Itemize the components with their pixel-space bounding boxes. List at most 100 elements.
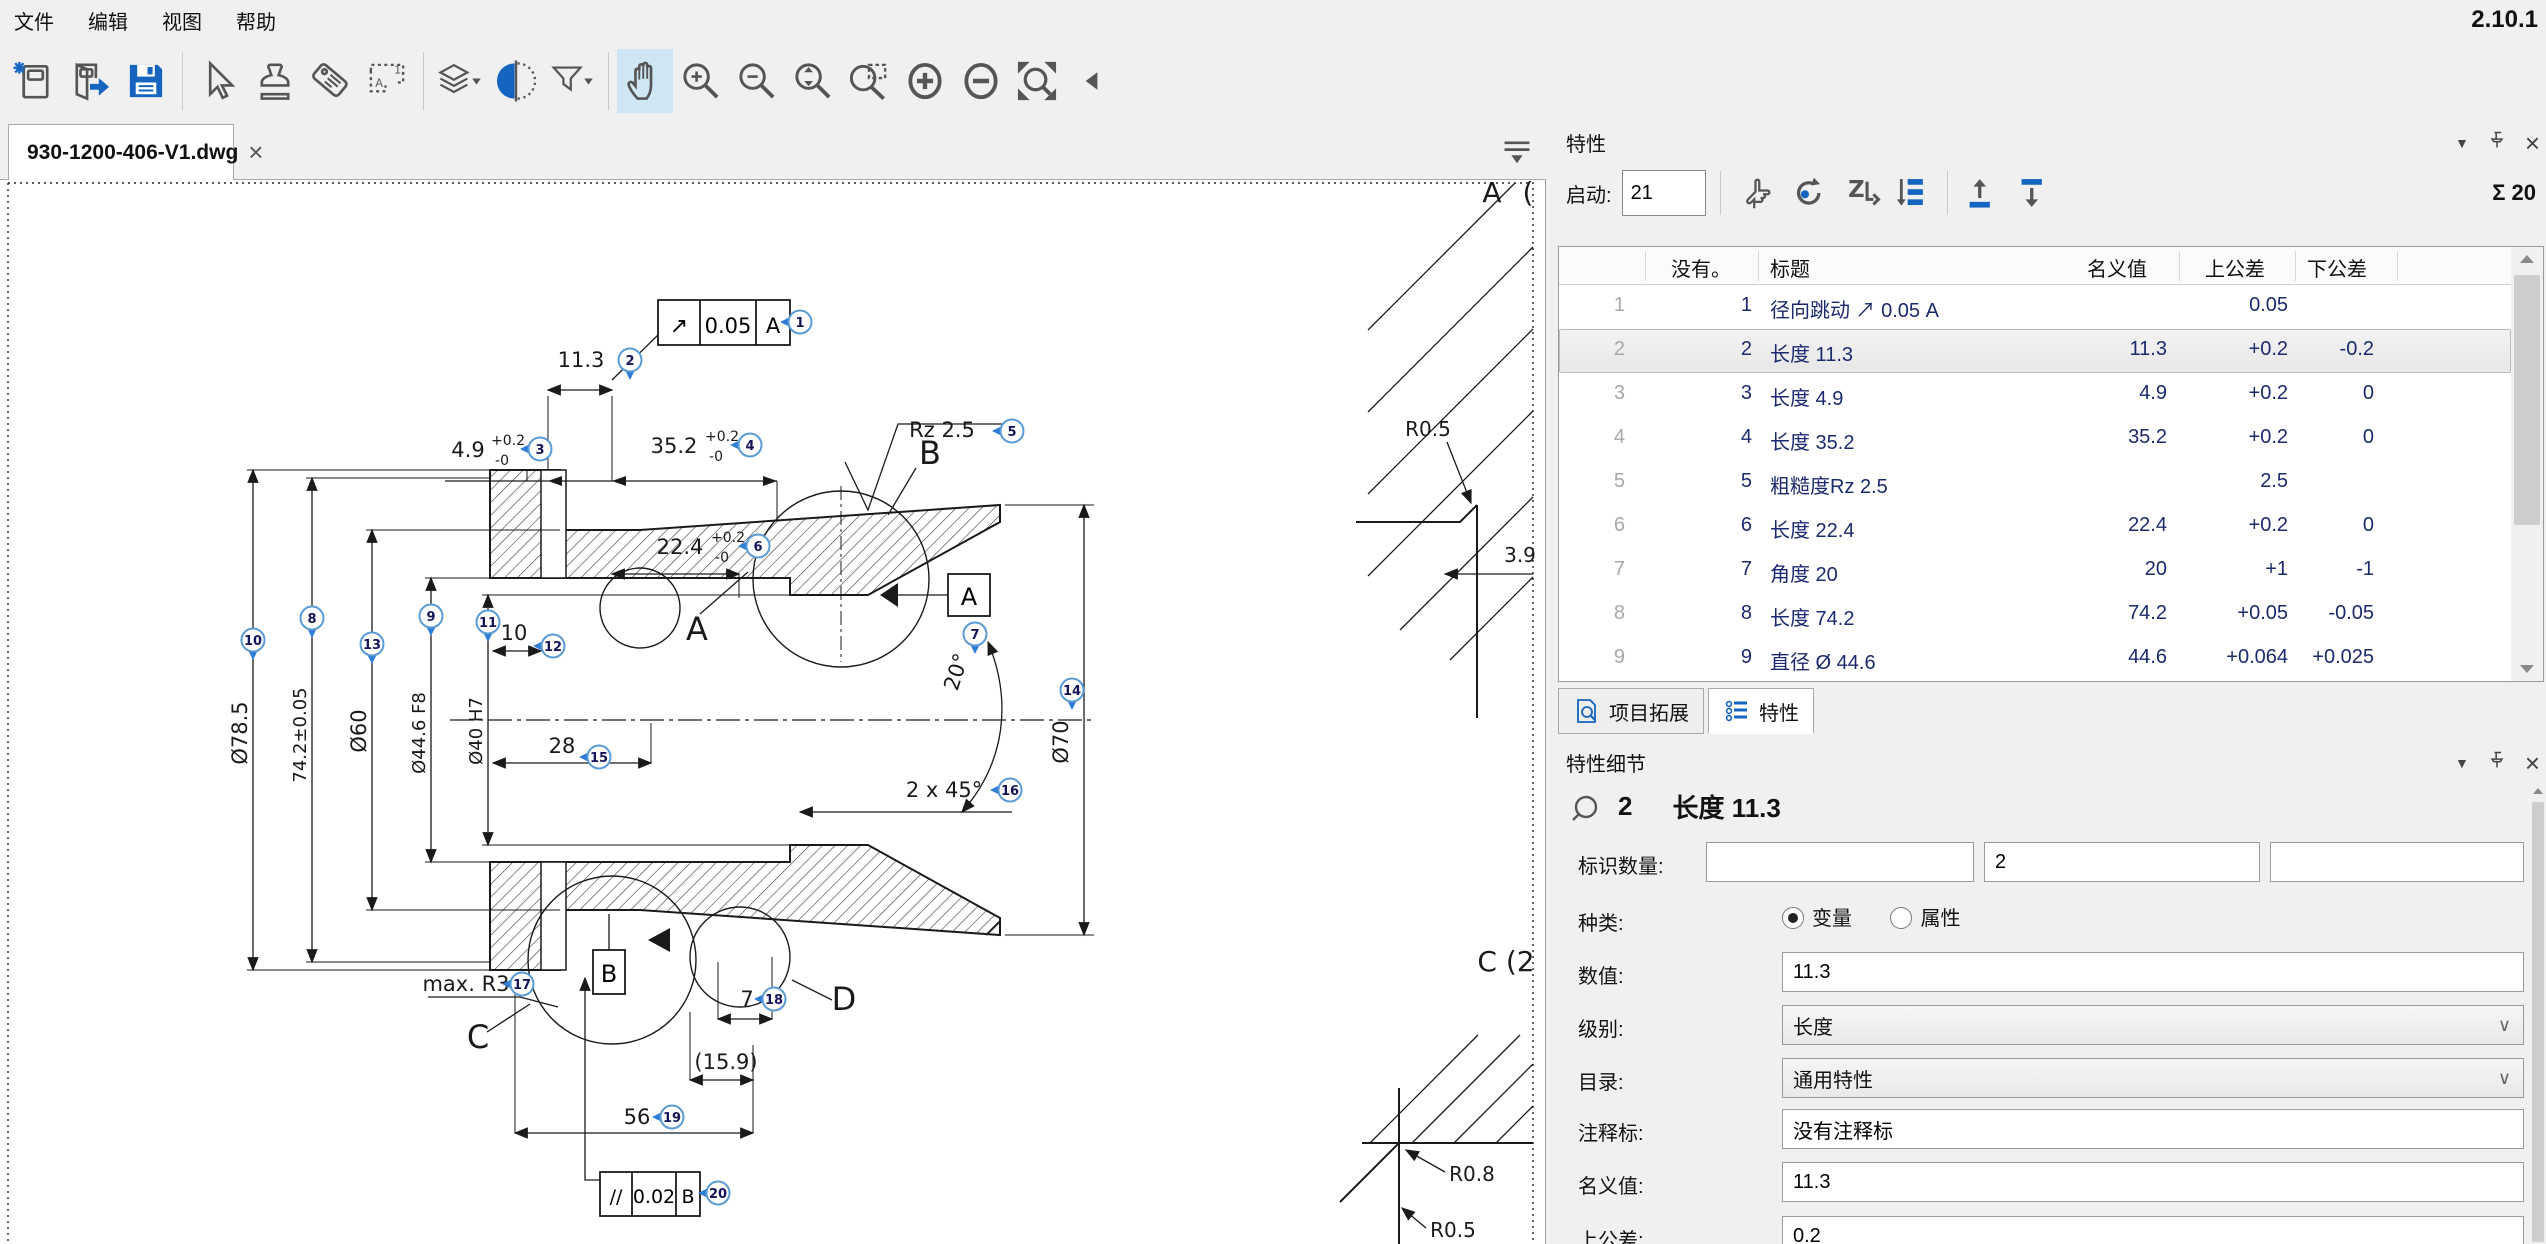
svg-text:6: 6	[753, 540, 762, 555]
svg-text:5: 5	[1007, 425, 1016, 440]
zoom-out-icon[interactable]	[729, 49, 785, 113]
table-scrollbar[interactable]	[2511, 247, 2543, 681]
filter-icon[interactable]	[544, 49, 600, 113]
document-tab[interactable]: 930-1200-406-V1.dwg ×	[8, 124, 234, 180]
new-document-icon[interactable]	[6, 49, 62, 113]
panel-pin-icon[interactable]	[2487, 129, 2507, 157]
col-header-number[interactable]: 没有。	[1671, 253, 1731, 282]
table-body: 11径向跳动 ↗ 0.05 A0.0522长度 11.311.3+0.2-0.2…	[1559, 285, 2511, 681]
table-row[interactable]: 99直径 Ø 44.644.6+0.064+0.025	[1559, 637, 2511, 681]
dim-text: (15.9)	[694, 1050, 757, 1074]
save-icon[interactable]	[118, 49, 174, 113]
balloon-13[interactable]: 13	[361, 633, 384, 665]
fcf-parallelism[interactable]: // 0.02 B	[600, 1172, 700, 1216]
renumber-rotate-icon[interactable]	[1787, 170, 1833, 216]
table-row[interactable]: 11径向跳动 ↗ 0.05 A0.05	[1559, 285, 2511, 329]
list-number-icon[interactable]	[1891, 170, 1937, 216]
cell-nom: 44.6	[2037, 646, 2167, 669]
tab-project-explore[interactable]: 项目拓展	[1558, 688, 1704, 734]
table-row[interactable]: 33长度 4.94.9+0.20	[1559, 373, 2511, 417]
balloon-10[interactable]: 10	[242, 629, 265, 661]
balloon-15[interactable]: 15	[579, 746, 611, 769]
balloon-7[interactable]: 7	[964, 623, 987, 655]
zoom-in-icon[interactable]	[673, 49, 729, 113]
detail-scrollbar[interactable]	[2530, 782, 2546, 1244]
balloon-12[interactable]: 12	[533, 635, 565, 658]
tab-characteristics[interactable]: 特性	[1708, 688, 1814, 734]
balloon-2[interactable]: 2	[619, 349, 642, 381]
layers-icon[interactable]	[432, 49, 488, 113]
detail-pin-icon[interactable]	[2487, 749, 2507, 777]
tag-icon[interactable]	[303, 49, 359, 113]
balloon-19[interactable]: 19	[652, 1106, 684, 1129]
table-row[interactable]: 55粗糙度Rz 2.52.5	[1559, 461, 2511, 505]
decrease-icon[interactable]	[953, 49, 1009, 113]
export-up-icon[interactable]	[1958, 170, 2004, 216]
balloon-9[interactable]: 9	[420, 605, 443, 637]
table-row[interactable]: 66长度 22.422.4+0.20	[1559, 505, 2511, 549]
document-list-icon[interactable]	[1500, 136, 1534, 166]
table-row[interactable]: 77角度 2020+1-1	[1559, 549, 2511, 593]
open-document-icon[interactable]	[62, 49, 118, 113]
cell-low: 0	[2298, 382, 2374, 405]
drawing-canvas[interactable]: ↗ 0.05 A // 0.02 B A B	[0, 180, 1546, 1244]
radio-attribute[interactable]	[1890, 907, 1912, 929]
category-select[interactable]: 通用特性∨	[1782, 1058, 2524, 1098]
menu-help[interactable]: 帮助	[236, 6, 276, 35]
id-count-input-2[interactable]	[1984, 842, 2260, 882]
cell-nom: 35.2	[2037, 426, 2167, 449]
characteristics-table: 没有。 标题 名义值 上公差 下公差 11径向跳动 ↗ 0.05 A0.0522…	[1558, 246, 2544, 682]
import-down-icon[interactable]	[2010, 170, 2056, 216]
capture-region-icon[interactable]: 1A	[359, 49, 415, 113]
start-input[interactable]	[1622, 170, 1706, 216]
balloon-8[interactable]: 8	[301, 607, 324, 639]
collapse-left-icon[interactable]	[1065, 49, 1121, 113]
zoom-fit-icon[interactable]	[1009, 49, 1065, 113]
menu-view[interactable]: 视图	[162, 6, 202, 35]
value-input[interactable]	[1782, 952, 2524, 992]
cell-idx: 6	[1567, 514, 1625, 537]
increase-icon[interactable]	[897, 49, 953, 113]
balloon-11[interactable]: 11	[477, 611, 500, 643]
mirror-icon[interactable]	[488, 49, 544, 113]
document-tab-label: 930-1200-406-V1.dwg	[27, 141, 238, 165]
field-label-nominal: 名义值:	[1578, 1170, 1644, 1199]
panel-dropdown-icon[interactable]: ▼	[2455, 135, 2469, 151]
stamp-icon[interactable]	[247, 49, 303, 113]
zoom-window-icon[interactable]	[841, 49, 897, 113]
z-order-icon[interactable]: Z	[1839, 170, 1885, 216]
balloon-18[interactable]: 18	[754, 988, 786, 1011]
detail-dropdown-icon[interactable]: ▼	[2455, 755, 2469, 771]
tab-close-icon[interactable]: ×	[248, 137, 263, 168]
radio-variable[interactable]	[1782, 907, 1804, 929]
menu-edit[interactable]: 编辑	[88, 6, 128, 35]
detail-close-icon[interactable]: ×	[2525, 753, 2540, 773]
table-row[interactable]: 88长度 74.274.2+0.05-0.05	[1559, 593, 2511, 637]
class-select[interactable]: 长度∨	[1782, 1005, 2524, 1045]
id-count-input-3[interactable]	[2270, 842, 2524, 882]
col-header-title[interactable]: 标题	[1770, 253, 1810, 282]
col-header-nominal[interactable]: 名义值	[2087, 253, 2147, 282]
upper-tol-input[interactable]	[1782, 1216, 2524, 1244]
col-header-upper[interactable]: 上公差	[2205, 253, 2265, 282]
id-count-input-1[interactable]	[1706, 842, 1974, 882]
balloon-5[interactable]: 5	[992, 420, 1024, 443]
balloon-20[interactable]: 20	[698, 1182, 730, 1205]
balloon-14[interactable]: 14	[1061, 679, 1084, 711]
cell-idx: 7	[1567, 558, 1625, 581]
pan-hand-icon[interactable]	[617, 49, 673, 113]
fcf-runout[interactable]: ↗ 0.05 A	[658, 300, 790, 345]
col-header-lower[interactable]: 下公差	[2307, 253, 2367, 282]
nominal-input[interactable]	[1782, 1162, 2524, 1202]
select-cursor-icon[interactable]	[191, 49, 247, 113]
table-row[interactable]: 22长度 11.311.3+0.2-0.2	[1559, 329, 2511, 373]
detail-panel-title: 特性细节	[1566, 748, 1646, 777]
menu-file[interactable]: 文件	[14, 6, 54, 35]
note-input[interactable]	[1782, 1109, 2524, 1149]
select-hand-icon[interactable]	[1735, 170, 1781, 216]
balloon-16[interactable]: 16	[990, 779, 1022, 802]
panel-close-icon[interactable]: ×	[2525, 133, 2540, 153]
table-row[interactable]: 44长度 35.235.2+0.20	[1559, 417, 2511, 461]
tab-characteristics-label: 特性	[1759, 697, 1799, 726]
zoom-dynamic-icon[interactable]	[785, 49, 841, 113]
